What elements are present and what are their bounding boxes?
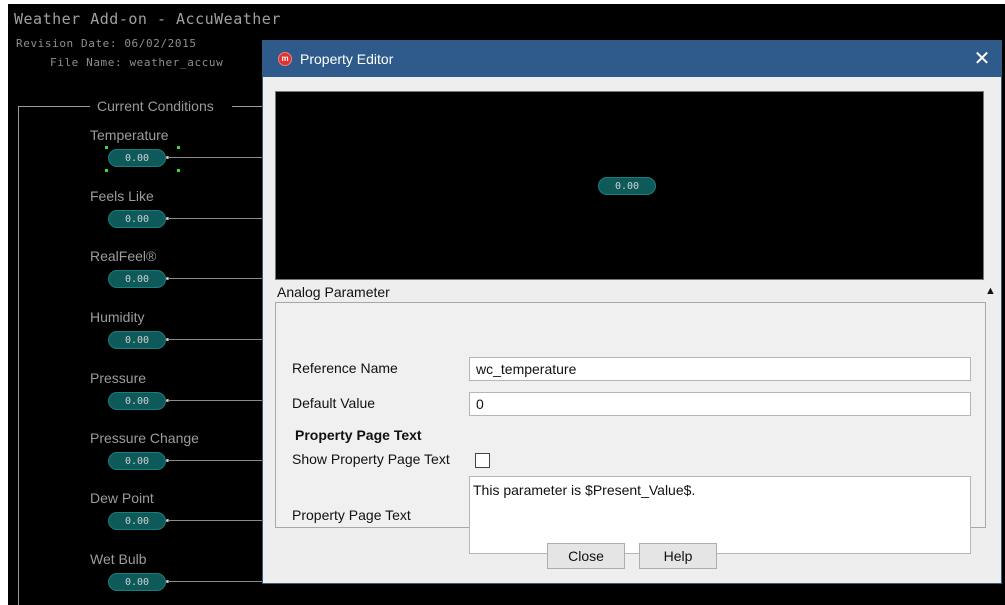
dialog-title: Property Editor xyxy=(300,51,394,67)
group-left-line xyxy=(18,106,19,605)
param-value-realfeel[interactable]: 0.00 xyxy=(108,270,166,288)
page-text-textarea[interactable]: This parameter is $Present_Value$. xyxy=(469,476,971,554)
preview-value-pill: 0.00 xyxy=(598,177,656,195)
param-label-wet-bulb: Wet Bulb xyxy=(90,551,147,567)
param-label-feels-like: Feels Like xyxy=(90,188,154,204)
close-icon[interactable]: ✕ xyxy=(969,46,995,72)
param-value-humidity[interactable]: 0.00 xyxy=(108,331,166,349)
connector-line xyxy=(168,278,262,279)
selection-handle xyxy=(105,146,108,149)
connector-line xyxy=(168,460,262,461)
connector-line xyxy=(168,581,262,582)
property-editor-dialog: m Property Editor ✕ 0.00 Analog Paramete… xyxy=(262,40,1002,584)
default-value-label: Default Value xyxy=(292,395,376,411)
app-logo-icon: m xyxy=(278,52,292,66)
dialog-titlebar[interactable]: m Property Editor ✕ xyxy=(263,41,1001,77)
close-button[interactable]: Close xyxy=(547,543,625,569)
selection-handle xyxy=(105,169,108,172)
default-value-input[interactable]: 0 xyxy=(469,392,971,416)
reference-name-input[interactable]: wc_temperature xyxy=(469,357,971,381)
param-value-wet-bulb[interactable]: 0.00 xyxy=(108,573,166,591)
param-value-feels-like[interactable]: 0.00 xyxy=(108,210,166,228)
property-page-text-heading: Property Page Text xyxy=(295,427,422,443)
group-top-line-right xyxy=(232,106,262,107)
preview-canvas: 0.00 xyxy=(275,91,984,280)
param-label-humidity: Humidity xyxy=(90,309,145,325)
param-label-pressure-change: Pressure Change xyxy=(90,430,199,446)
canvas-title: Weather Add-on - AccuWeather xyxy=(14,10,281,28)
help-button[interactable]: Help xyxy=(639,543,717,569)
param-value-pressure-change[interactable]: 0.00 xyxy=(108,452,166,470)
show-page-text-label: Show Property Page Text xyxy=(292,451,450,467)
group-label: Current Conditions xyxy=(97,98,214,114)
param-label-dew-point: Dew Point xyxy=(90,490,154,506)
revision-date: Revision Date: 06/02/2015 xyxy=(16,37,197,50)
selection-handle xyxy=(177,169,180,172)
reference-name-label: Reference Name xyxy=(292,360,398,376)
file-name: File Name: weather_accuw xyxy=(50,56,224,69)
connector-line xyxy=(168,400,262,401)
param-label-realfeel: RealFeel® xyxy=(90,248,157,264)
connector-line xyxy=(168,157,262,158)
page-text-label: Property Page Text xyxy=(292,507,411,523)
connector-line xyxy=(168,339,262,340)
param-label-pressure: Pressure xyxy=(90,370,147,386)
analog-parameter-panel: Reference Name wc_temperature Default Va… xyxy=(275,302,986,554)
section-label: Analog Parameter xyxy=(277,284,390,300)
show-page-text-checkbox[interactable] xyxy=(475,453,490,468)
group-top-line-left xyxy=(18,106,90,107)
param-value-pressure[interactable]: 0.00 xyxy=(108,392,166,410)
param-value-dew-point[interactable]: 0.00 xyxy=(108,512,166,530)
param-label-temperature: Temperature xyxy=(90,127,169,143)
collapse-arrow-icon[interactable]: ▲ xyxy=(985,285,996,297)
connector-line xyxy=(168,218,262,219)
connector-line xyxy=(168,520,262,521)
selection-handle xyxy=(177,146,180,149)
param-value-temperature[interactable]: 0.00 xyxy=(108,149,166,167)
